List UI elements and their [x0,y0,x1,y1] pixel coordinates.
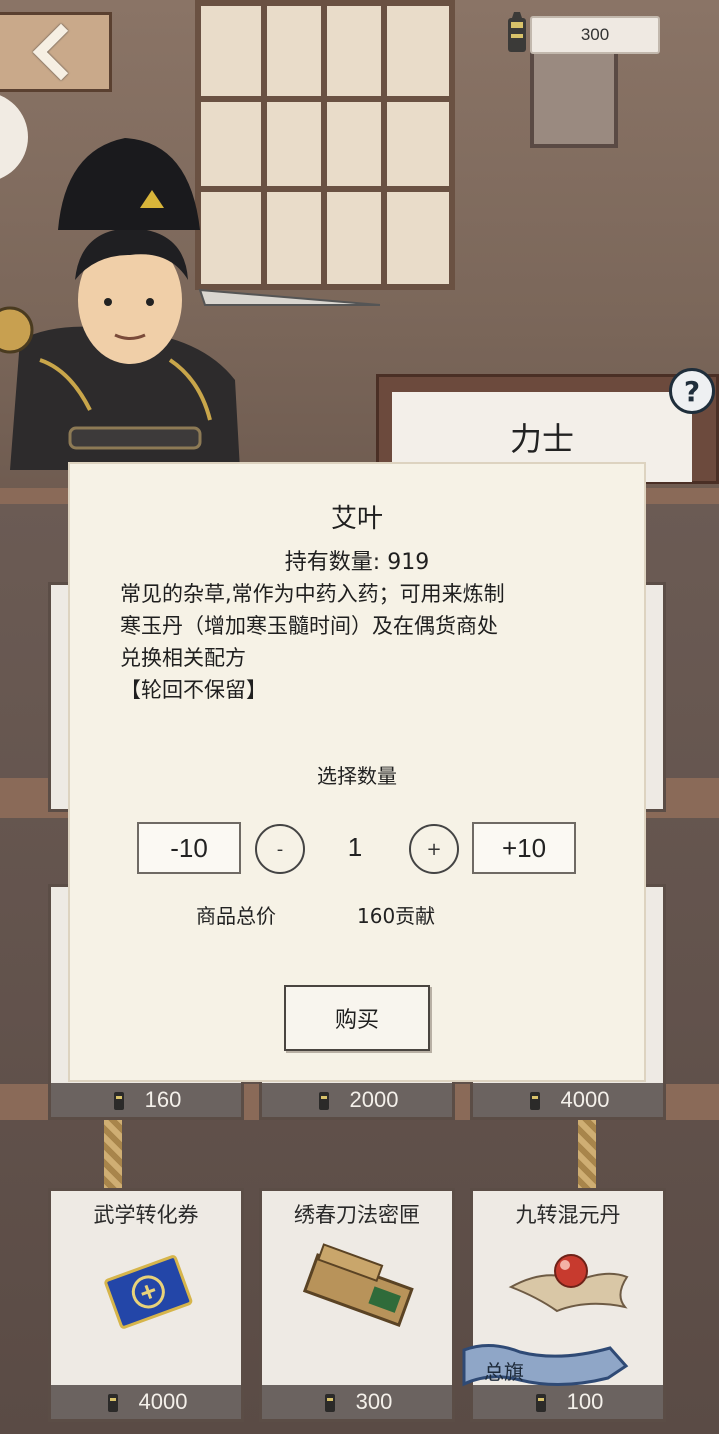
rank-banner-label: 总旗 [484,1360,524,1384]
currency-display: 300 [530,16,660,54]
wall-painting [530,40,618,148]
buy-button[interactable]: 购买 [284,985,430,1051]
item-price: 4000 [560,1087,610,1112]
help-button[interactable]: ? [669,368,715,414]
contribution-token-icon [107,1394,118,1412]
price-bar: 4000 [51,1385,241,1419]
plus-button[interactable]: + [409,824,459,874]
shop-item-card[interactable]: 武学转化券 4000 [48,1188,244,1422]
select-quantity-label: 选择数量 [317,764,397,788]
sword-manual-box-icon [302,1243,414,1327]
item-purchase-dialog: 艾叶 持有数量: 919 常见的杂草,常作为中药入药；可用来炼制 寒玉丹（增加寒… [70,464,644,1080]
item-price: 300 [355,1389,393,1414]
shop-item-card[interactable]: 绣春刀法密匣 300 [259,1188,455,1422]
owned-count: 持有数量: 919 [284,550,430,575]
total-price-label: 商品总价 [196,904,276,928]
price-bar: 300 [262,1385,452,1419]
minus-10-button[interactable]: -10 [137,822,241,874]
elixir-pill-icon [508,1254,629,1313]
contribution-token-icon [318,1092,329,1110]
back-button[interactable] [0,12,112,92]
description-line: 兑换相关配方 [120,646,246,670]
martial-coupon-icon [104,1255,193,1329]
item-name: 武学转化券 [93,1203,199,1227]
minus-button[interactable]: - [255,824,305,874]
contribution-token-icon [508,12,526,52]
rope [578,1118,596,1192]
chevron-left-icon [32,23,89,81]
item-price: 2000 [349,1087,399,1112]
total-price-value: 160贡献 [357,904,436,928]
description-line: 寒玉丹（增加寒玉髓时间）及在偶货商处 [120,614,498,638]
item-name: 九转混元丹 [515,1203,621,1227]
guard-character [0,138,380,470]
item-name-title: 艾叶 [330,504,383,534]
price-bar: 2000 [262,1083,452,1117]
contribution-token-icon [324,1394,335,1412]
item-price: 4000 [138,1389,188,1414]
rope [104,1118,122,1192]
description-line: 【轮回不保留】 [120,678,267,702]
contribution-token-icon [113,1092,124,1110]
item-name: 绣春刀法密匣 [294,1203,420,1227]
price-bar: 4000 [473,1083,663,1117]
quantity-value: 1 [347,832,363,862]
item-price: 160 [144,1087,182,1112]
item-description: 常见的杂草,常作为中药入药；可用来炼制 寒玉丹（增加寒玉髓时间）及在偶货商处 兑… [120,578,600,706]
plus-10-button[interactable]: +10 [472,822,576,874]
contribution-token-icon [529,1092,540,1110]
description-line: 常见的杂草,常作为中药入药；可用来炼制 [120,582,505,606]
price-bar: 160 [51,1083,241,1117]
